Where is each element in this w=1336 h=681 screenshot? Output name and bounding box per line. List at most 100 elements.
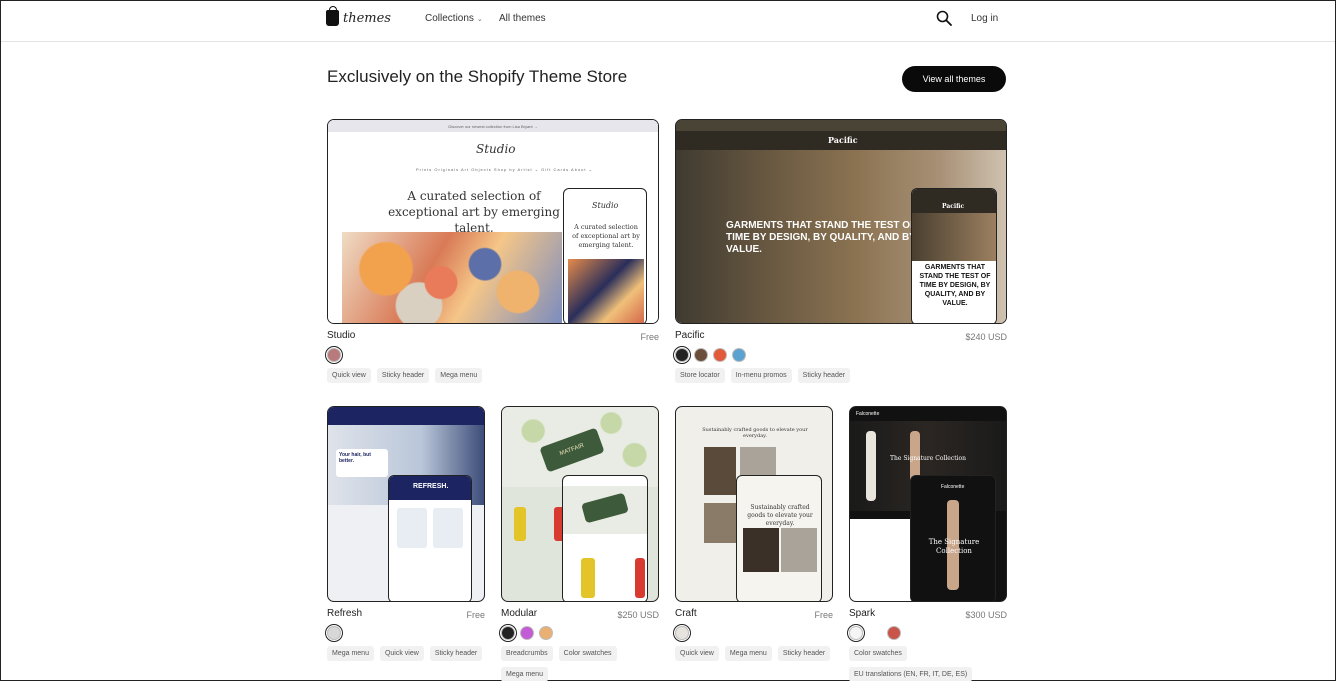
theme-name[interactable]: Craft	[675, 608, 697, 619]
top-navigation: themes Collections ⌄ All themes Log in	[1, 1, 1335, 42]
feature-tags: Color swatches EU translations (EN, FR, …	[849, 646, 1007, 681]
theme-name[interactable]: Refresh	[327, 608, 362, 619]
phone-logo: Studio	[592, 201, 619, 210]
preview-photo	[704, 503, 736, 543]
theme-preview-pacific[interactable]: Pacific GARMENTS THAT STAND THE TEST OF …	[675, 119, 1007, 324]
color-swatches	[847, 624, 901, 642]
color-swatch[interactable]	[325, 624, 343, 642]
feature-tags: Quick view Mega menu Sticky header	[675, 646, 833, 661]
preview-phone: Falconette The Signature Collection	[910, 475, 996, 601]
color-swatch[interactable]	[499, 624, 517, 642]
feature-tags: Mega menu Quick view Sticky header	[327, 646, 485, 661]
theme-price: $300 USD	[965, 610, 1007, 620]
color-swatch[interactable]	[887, 626, 901, 640]
preview-logo: Falconette	[856, 411, 880, 417]
nav-all-themes[interactable]: All themes	[499, 13, 546, 24]
preview-headline: GARMENTS THAT STAND THE TEST OF TIME BY …	[726, 220, 917, 255]
theme-preview-modular[interactable]: MATFAIR	[501, 406, 659, 602]
section-title: Exclusively on the Shopify Theme Store	[327, 67, 628, 86]
nav-collections[interactable]: Collections ⌄	[425, 13, 483, 24]
feature-tag: Breadcrumbs	[501, 646, 553, 661]
feature-tag: In-menu promos	[730, 368, 792, 383]
feature-tag: Mega menu	[327, 646, 374, 661]
feature-tag: Mega menu	[435, 368, 483, 383]
phone-photo	[781, 528, 817, 572]
color-swatches	[673, 346, 746, 364]
preview-phone: REFRESH.	[388, 475, 472, 601]
theme-price: Free	[466, 610, 485, 620]
preview-phone: Pacific GARMENTS THAT STAND THE TEST OF …	[911, 188, 997, 323]
phone-photo	[912, 213, 996, 261]
theme-card-pacific[interactable]: Pacific GARMENTS THAT STAND THE TEST OF …	[673, 119, 1007, 389]
nav-collections-label: Collections	[425, 13, 474, 24]
feature-tag: Sticky header	[429, 646, 483, 661]
color-swatch[interactable]	[868, 626, 882, 640]
shopify-themes-logo[interactable]: themes	[326, 6, 391, 26]
preview-logo: Pacific	[828, 135, 858, 145]
feature-tag: Store locator	[675, 368, 725, 383]
phone-headline: A curated selection of exceptional art b…	[572, 223, 640, 249]
color-swatch[interactable]	[539, 626, 553, 640]
color-swatch[interactable]	[732, 348, 746, 362]
shopify-bag-icon	[326, 6, 339, 26]
phone-product	[397, 508, 427, 548]
login-link[interactable]: Log in	[971, 13, 998, 24]
phone-headline: Sustainably crafted goods to elevate you…	[747, 504, 813, 527]
search-icon[interactable]	[936, 10, 952, 26]
feature-tags: Store locator In-menu promos Sticky head…	[675, 368, 851, 383]
theme-price: $240 USD	[965, 332, 1007, 342]
color-swatch[interactable]	[673, 624, 691, 642]
color-swatch[interactable]	[520, 626, 534, 640]
preview-headline: A curated selection of exceptional art b…	[388, 189, 560, 235]
preview-content	[850, 519, 912, 601]
feature-tag: Quick view	[379, 646, 424, 661]
theme-card-studio[interactable]: Discover our newest collection from Lisa…	[325, 119, 659, 389]
chevron-down-icon: ⌄	[476, 15, 483, 23]
phone-bottle	[635, 558, 645, 598]
preview-logo: Studio	[476, 142, 516, 156]
theme-name[interactable]: Modular	[501, 608, 537, 619]
feature-tag: Mega menu	[724, 646, 772, 661]
theme-preview-spark[interactable]: Falconette The Signature Collection Falc…	[849, 406, 1007, 602]
color-swatch[interactable]	[673, 346, 691, 364]
preview-headline: The Signature Collection	[890, 455, 966, 462]
preview-bottle	[514, 507, 526, 541]
preview-headline: Sustainably crafted goods to elevate you…	[702, 427, 808, 439]
theme-card-craft[interactable]: Sustainably crafted goods to elevate you…	[673, 406, 833, 681]
color-swatch[interactable]	[325, 346, 343, 364]
theme-name[interactable]: Studio	[327, 330, 355, 341]
theme-name[interactable]: Spark	[849, 608, 875, 619]
feature-tag: EU translations (EN, FR, IT, DE, ES)	[849, 667, 973, 681]
feature-tag: Mega menu	[501, 667, 548, 681]
preview-navbar	[328, 407, 484, 425]
color-swatch[interactable]	[694, 348, 708, 362]
preview-phone: Studio A curated selection of exceptiona…	[563, 188, 647, 323]
color-swatch[interactable]	[713, 348, 727, 362]
phone-photo	[743, 528, 779, 572]
theme-card-modular[interactable]: MATFAIR Modular $250 USD Breadcrumbs Col…	[499, 406, 659, 681]
preview-announcement: Discover our newest collection from Lisa…	[328, 120, 658, 132]
color-swatches	[325, 624, 343, 642]
preview-announcement	[676, 120, 1006, 131]
theme-price: Free	[640, 332, 659, 342]
feature-tag: Quick view	[675, 646, 719, 661]
phone-logo: Falconette	[941, 484, 965, 490]
color-swatch[interactable]	[847, 624, 865, 642]
feature-tag: Sticky header	[777, 646, 831, 661]
theme-name[interactable]: Pacific	[675, 330, 704, 341]
phone-bottle	[581, 558, 595, 598]
theme-preview-craft[interactable]: Sustainably crafted goods to elevate you…	[675, 406, 833, 602]
phone-logo: Pacific	[942, 203, 965, 210]
theme-preview-refresh[interactable]: Your hair, but better. REFRESH.	[327, 406, 485, 602]
theme-card-refresh[interactable]: Your hair, but better. REFRESH. Refresh …	[325, 406, 485, 681]
phone-headline: GARMENTS THAT STAND THE TEST OF TIME BY …	[919, 264, 991, 307]
theme-card-spark[interactable]: Falconette The Signature Collection Falc…	[847, 406, 1007, 681]
preview-phone: Sustainably crafted goods to elevate you…	[736, 475, 822, 601]
feature-tag: Color swatches	[849, 646, 907, 661]
view-all-themes-button[interactable]: View all themes	[902, 66, 1006, 92]
color-swatches	[499, 624, 553, 642]
preview-phone	[562, 475, 648, 601]
theme-preview-studio[interactable]: Discover our newest collection from Lisa…	[327, 119, 659, 324]
phone-headline: The Signature Collection	[928, 538, 980, 555]
preview-artwork	[342, 232, 562, 323]
